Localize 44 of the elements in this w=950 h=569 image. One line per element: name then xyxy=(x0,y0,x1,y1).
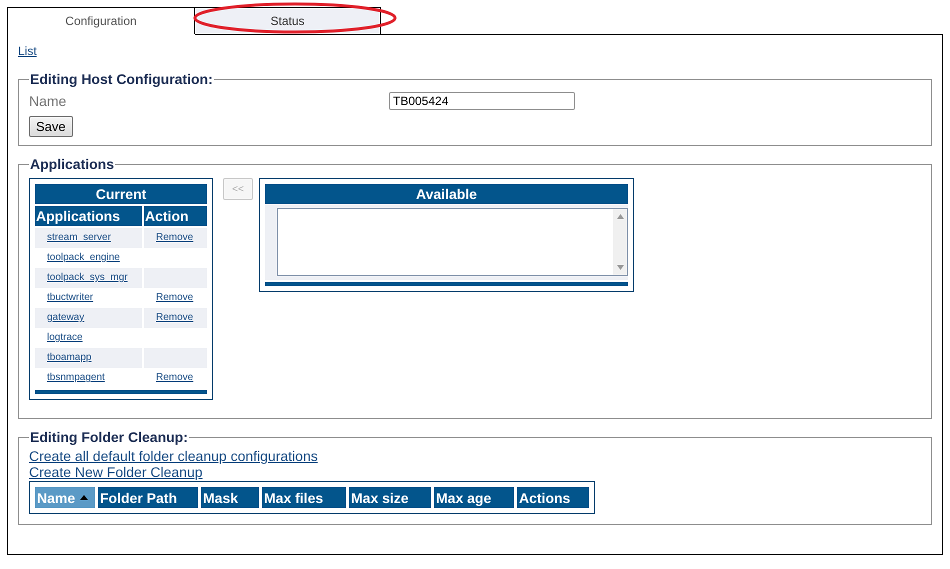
column-label: Mask xyxy=(203,490,238,506)
column-label: Folder Path xyxy=(100,490,178,506)
remove-link[interactable]: Remove xyxy=(144,368,207,388)
column-header[interactable]: Folder Path xyxy=(98,487,198,508)
remove-link[interactable]: Remove xyxy=(144,228,207,248)
group-legend: Editing Folder Cleanup: xyxy=(29,429,189,445)
sort-ascending-icon xyxy=(80,495,88,500)
column-header[interactable]: Max size xyxy=(349,487,431,508)
column-header[interactable]: Mask xyxy=(201,487,259,508)
column-header: Applications xyxy=(35,206,142,226)
scroll-down-icon[interactable] xyxy=(616,265,624,270)
application-link[interactable]: logtrace xyxy=(35,328,142,348)
column-label: Max age xyxy=(436,490,492,506)
column-label: Name xyxy=(37,490,76,506)
application-link[interactable]: toolpack_sys_mgr xyxy=(35,268,142,288)
application-link[interactable]: tbsnmpagent xyxy=(35,368,142,388)
column-label: Max size xyxy=(351,490,409,506)
panel-header: Available xyxy=(265,184,628,204)
available-list-box[interactable] xyxy=(277,208,628,276)
column-header[interactable]: Actions xyxy=(517,487,589,508)
column-label: Max files xyxy=(264,490,324,506)
panel-header: Current xyxy=(35,184,207,204)
scroll-up-icon[interactable] xyxy=(616,214,624,219)
application-link[interactable]: tbuctwriter xyxy=(35,288,142,308)
create-link[interactable]: Create all default folder cleanup configurations xyxy=(29,448,921,464)
scrollbar[interactable] xyxy=(613,209,627,275)
group-legend: Editing Host Configuration: xyxy=(29,71,214,87)
column-label: Actions xyxy=(519,490,570,506)
list-link[interactable]: List xyxy=(18,44,932,58)
tab[interactable]: Configuration xyxy=(7,7,194,34)
application-link[interactable]: tboamapp xyxy=(35,348,142,368)
remove-link[interactable]: Remove xyxy=(144,288,207,308)
group-legend: Applications xyxy=(29,156,116,172)
column-header[interactable]: Max files xyxy=(262,487,346,508)
save-button[interactable]: Save xyxy=(29,116,73,137)
column-header[interactable]: Max age xyxy=(434,487,514,508)
application-link[interactable]: stream_server xyxy=(35,228,142,248)
column-header: Action xyxy=(144,206,207,226)
application-link[interactable]: toolpack_engine xyxy=(35,248,142,268)
name-input-field[interactable]: TB005424 xyxy=(389,92,575,110)
name-label: Name xyxy=(29,93,68,109)
application-link[interactable]: gateway xyxy=(35,308,142,328)
remove-link[interactable]: Remove xyxy=(144,308,207,328)
create-link[interactable]: Create New Folder Cleanup xyxy=(29,464,921,480)
